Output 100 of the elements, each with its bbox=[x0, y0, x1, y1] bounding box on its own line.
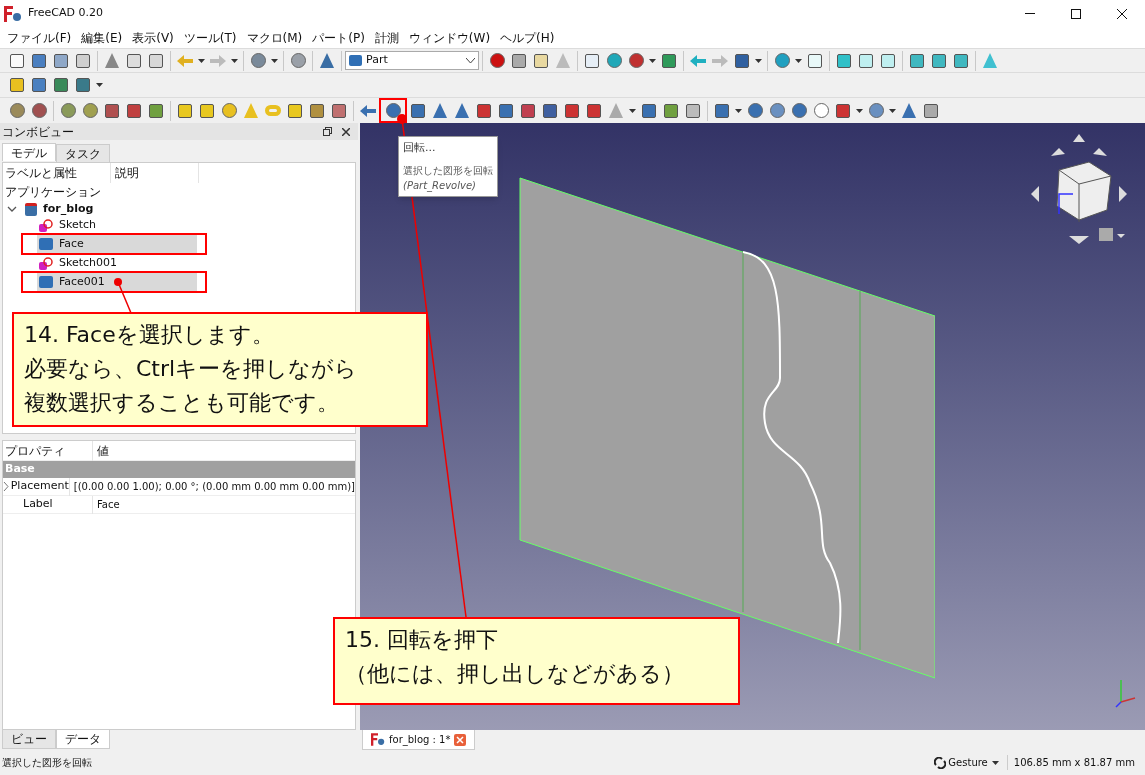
toolbar-button[interactable] bbox=[220, 101, 238, 120]
toolbar-button[interactable] bbox=[431, 101, 449, 120]
toolbar-button[interactable] bbox=[147, 101, 165, 120]
toolbar-button[interactable] bbox=[713, 101, 731, 120]
toolbar-button[interactable] bbox=[81, 101, 99, 120]
toolbar-button[interactable] bbox=[908, 51, 926, 70]
toolbar-button[interactable] bbox=[806, 51, 824, 70]
tree-item[interactable]: Sketch bbox=[37, 216, 197, 234]
column-header[interactable]: ラベルと属性 bbox=[3, 163, 111, 183]
toolbar-button[interactable] bbox=[59, 101, 77, 120]
toolbar-button[interactable] bbox=[52, 76, 70, 94]
chevron-icon[interactable] bbox=[7, 204, 17, 214]
toolbar-button[interactable] bbox=[74, 51, 92, 70]
toolbar-button[interactable] bbox=[147, 51, 165, 70]
square-icon bbox=[288, 103, 302, 118]
toolbar-button[interactable] bbox=[541, 101, 559, 120]
cube-icon bbox=[39, 276, 53, 288]
tab[interactable]: タスク bbox=[56, 144, 110, 162]
toolbar-button[interactable] bbox=[384, 101, 402, 120]
toolbar-button[interactable] bbox=[812, 101, 830, 120]
tree-item[interactable]: Sketch001 bbox=[37, 254, 197, 272]
menu-item[interactable]: 計測 bbox=[369, 28, 404, 47]
toolbar-button[interactable] bbox=[103, 101, 121, 120]
toolbar-button[interactable] bbox=[746, 101, 764, 120]
toolbar-button[interactable] bbox=[662, 101, 680, 120]
tree-item[interactable]: Face bbox=[37, 235, 197, 253]
toolbar-button[interactable] bbox=[308, 101, 326, 120]
menu-item[interactable]: マクロ(M) bbox=[241, 28, 308, 47]
toolbar-button[interactable] bbox=[176, 101, 194, 120]
toolbar-button[interactable] bbox=[8, 101, 26, 120]
toolbar-button[interactable] bbox=[640, 101, 658, 120]
column-header[interactable]: 説明 bbox=[111, 163, 199, 183]
toolbar-button[interactable] bbox=[510, 51, 528, 70]
menu-item[interactable]: 表示(V) bbox=[127, 28, 179, 47]
tree-item[interactable]: for_blog bbox=[23, 200, 183, 218]
menu-item[interactable]: ファイル(F) bbox=[2, 28, 77, 47]
float-panel-icon[interactable] bbox=[323, 127, 332, 136]
chevron-icon[interactable] bbox=[3, 482, 11, 491]
toolbar-button[interactable] bbox=[857, 51, 875, 70]
document-tab[interactable]: for_blog : 1* bbox=[362, 730, 476, 750]
toolbar-button[interactable] bbox=[488, 51, 506, 70]
column-header[interactable]: プロパティ bbox=[3, 440, 93, 461]
toolbar-button[interactable] bbox=[733, 51, 751, 70]
workbench-dropdown[interactable]: Part bbox=[345, 51, 479, 70]
column-header[interactable]: 値 bbox=[93, 440, 111, 461]
toolbar-button[interactable] bbox=[952, 51, 970, 70]
toolbar-button[interactable] bbox=[8, 76, 26, 94]
toolbar-button[interactable] bbox=[30, 51, 48, 70]
caret-icon bbox=[649, 58, 656, 63]
toolbar-button[interactable] bbox=[198, 101, 216, 120]
tab[interactable]: データ bbox=[56, 730, 110, 749]
toolbar-button[interactable] bbox=[900, 101, 918, 120]
toolbar-button[interactable] bbox=[930, 51, 948, 70]
toolbar-button[interactable] bbox=[660, 51, 678, 70]
toolbar-button[interactable] bbox=[249, 51, 267, 70]
toolbar-button[interactable] bbox=[475, 101, 493, 120]
toolbar-button[interactable] bbox=[532, 51, 550, 70]
menu-item[interactable]: ヘルプ(H) bbox=[495, 28, 560, 47]
menu-item[interactable]: ツール(T) bbox=[178, 28, 242, 47]
toolbar-button[interactable] bbox=[103, 51, 121, 70]
toolbar-button[interactable] bbox=[52, 51, 70, 70]
toolbar-button[interactable] bbox=[773, 51, 791, 70]
tree-item[interactable]: Face001 bbox=[37, 273, 197, 291]
toolbar-button[interactable] bbox=[8, 51, 26, 70]
toolbar-button[interactable] bbox=[879, 51, 897, 70]
toolbar-button[interactable] bbox=[605, 51, 623, 70]
toolbar-button[interactable] bbox=[289, 51, 307, 70]
tab[interactable]: ビュー bbox=[2, 730, 56, 749]
toolbar-button[interactable] bbox=[585, 101, 603, 120]
menu-item[interactable]: ウィンドウ(W) bbox=[403, 28, 496, 47]
caret-icon bbox=[96, 83, 103, 87]
menu-item[interactable]: パート(P) bbox=[307, 28, 370, 47]
toolbar-button[interactable] bbox=[834, 101, 852, 120]
toolbar-button[interactable] bbox=[922, 101, 940, 120]
navigation-style-button[interactable]: Gesture bbox=[934, 755, 1001, 770]
tooltip-title: 回転... bbox=[403, 140, 437, 156]
toolbar-button[interactable] bbox=[768, 101, 786, 120]
toolbar-button[interactable] bbox=[318, 51, 336, 70]
toolbar-button[interactable] bbox=[30, 76, 48, 94]
toolbar-button[interactable] bbox=[790, 101, 808, 120]
toolbar-button[interactable] bbox=[125, 101, 143, 120]
toolbar-button[interactable] bbox=[286, 101, 304, 120]
toolbar-button[interactable] bbox=[409, 101, 427, 120]
toolbar-button[interactable] bbox=[563, 101, 581, 120]
toolbar-button[interactable] bbox=[497, 101, 515, 120]
toolbar-button[interactable] bbox=[74, 76, 92, 94]
close-icon[interactable] bbox=[342, 127, 350, 136]
square-icon bbox=[642, 103, 656, 118]
toolbar-button[interactable] bbox=[125, 51, 143, 70]
toolbar-button[interactable] bbox=[583, 51, 601, 70]
toolbar-button[interactable] bbox=[453, 101, 471, 120]
toolbar-button[interactable] bbox=[867, 101, 885, 120]
toolbar-button[interactable] bbox=[330, 101, 348, 120]
toolbar-button[interactable] bbox=[835, 51, 853, 70]
toolbar-button[interactable] bbox=[627, 51, 645, 70]
tab[interactable]: モデル bbox=[2, 143, 56, 161]
toolbar-button[interactable] bbox=[519, 101, 537, 120]
toolbar-button[interactable] bbox=[30, 101, 48, 120]
toolbar-button[interactable] bbox=[684, 101, 702, 120]
menu-item[interactable]: 編集(E) bbox=[76, 28, 128, 47]
